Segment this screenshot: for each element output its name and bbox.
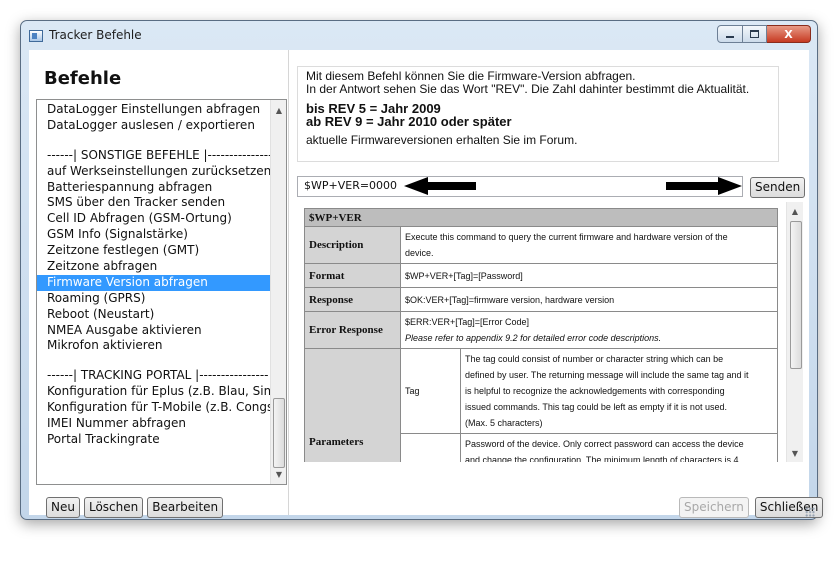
command-list-item[interactable]: Firmware Version abfragen [37, 274, 270, 291]
error-response-text: $ERR:VER+[Tag]=[Error Code] [405, 317, 530, 327]
minimize-button[interactable] [717, 25, 743, 43]
command-list-item[interactable]: SMS über den Tracker senden [37, 195, 270, 211]
description-line-2: device. [405, 248, 434, 258]
list-section-header[interactable]: ------| TRACKING PORTAL |---------------… [37, 368, 270, 384]
left-pane: Befehle DataLogger Einstellungen abfrage… [29, 50, 289, 518]
maximize-button[interactable] [743, 25, 767, 43]
command-list-item[interactable]: Konfiguration für T-Mobile (z.B. Congsta… [37, 400, 270, 416]
list-section-header[interactable]: ------| SONSTIGE BEFEHLE |--------------… [37, 148, 270, 164]
command-list-item[interactable]: Portal Trackingrate [37, 432, 270, 448]
command-list-item[interactable]: Reboot (Neustart) [37, 307, 270, 323]
spec-header: $WP+VER [304, 208, 778, 227]
command-list[interactable]: DataLogger Einstellungen abfragen DataLog… [36, 99, 287, 485]
password-description: Password of the device. Only correct pas… [460, 433, 778, 462]
response-value: $OK:VER+[Tag]=firmware version, hardware… [400, 287, 778, 312]
edit-button[interactable]: Bearbeiten [147, 497, 224, 518]
password-line: Password of the device. Only correct pas… [465, 439, 744, 449]
format-label: Format [304, 263, 401, 288]
command-list-item[interactable]: Zeitzone abfragen [37, 259, 270, 275]
command-list-item[interactable]: Batteriespannung abfragen [37, 180, 270, 196]
delete-button[interactable]: Löschen [83, 497, 144, 518]
info-line-2: In der Antwort sehen Sie das Wort "REV".… [306, 82, 750, 96]
command-list-scrollbar[interactable]: ▲ ▼ [270, 100, 286, 484]
resize-grip-icon[interactable] [805, 507, 815, 517]
title-bar[interactable]: Tracker Befehle X [21, 21, 817, 49]
info-bold-2: ab REV 9 = Jahr 2010 oder später [306, 114, 512, 129]
scroll-down-icon[interactable]: ▼ [271, 466, 286, 482]
password-label [400, 433, 461, 462]
command-list-item[interactable]: Zeitzone festlegen (GMT) [37, 243, 270, 259]
close-icon: X [784, 27, 793, 41]
dialog-buttons: Speichern Schließen [679, 497, 824, 518]
right-pane: Mit diesem Befehl können Sie die Firmwar… [290, 50, 824, 518]
command-list-item[interactable]: NMEA Ausgabe aktivieren [37, 323, 270, 339]
doc-scroll-down-icon[interactable]: ▼ [787, 445, 803, 461]
minimize-icon [726, 36, 734, 38]
tag-line: issued commands. This tag could be left … [465, 402, 727, 412]
description-value: Execute this command to query the curren… [400, 226, 778, 264]
doc-scroll-up-icon[interactable]: ▲ [787, 203, 803, 219]
response-label: Response [304, 287, 401, 312]
description-label: Description [304, 226, 401, 264]
window-client: Befehle DataLogger Einstellungen abfrage… [29, 50, 824, 518]
command-spec-table: $WP+VER Description Execute this command… [304, 208, 778, 462]
maximize-icon [750, 30, 759, 38]
command-list-item[interactable]: Cell ID Abfragen (GSM-Ortung) [37, 211, 270, 227]
command-list-item[interactable]: auf Werkseinstellungen zurücksetzen [37, 164, 270, 180]
send-button[interactable]: Senden [750, 177, 806, 198]
save-button[interactable]: Speichern [679, 497, 749, 518]
tracker-window: Tracker Befehle X Befehle DataLogger Ein… [20, 20, 824, 520]
tag-label: Tag [400, 348, 461, 434]
tag-description: The tag could consist of number or chara… [460, 348, 778, 434]
command-info-box: Mit diesem Befehl können Sie die Firmwar… [297, 66, 779, 162]
arrow-right-icon [666, 177, 742, 195]
password-line: and change the configuration. The minimu… [465, 455, 739, 462]
tag-line: (Max. 5 characters) [465, 418, 543, 428]
doc-scrollbar[interactable]: ▲ ▼ [786, 202, 803, 462]
command-list-item[interactable]: DataLogger Einstellungen abfragen [37, 102, 270, 118]
command-list-item[interactable]: Konfiguration für Eplus (z.B. Blau, Simy… [37, 384, 270, 400]
command-doc-view: $WP+VER Description Execute this command… [304, 202, 803, 462]
tag-line: is helpful to recognize the acknowledgem… [465, 386, 725, 396]
error-response-note: Please refer to appendix 9.2 for detaile… [405, 333, 662, 343]
error-response-value: $ERR:VER+[Tag]=[Error Code] Please refer… [400, 311, 778, 349]
format-value: $WP+VER+[Tag]=[Password] [400, 263, 778, 288]
command-list-items: DataLogger Einstellungen abfragen DataLog… [37, 102, 270, 448]
new-button[interactable]: Neu [46, 497, 80, 518]
scroll-up-icon[interactable]: ▲ [271, 102, 286, 118]
parameters-label: Parameters [304, 348, 401, 462]
tag-line: The tag could consist of number or chara… [465, 354, 724, 364]
command-list-item[interactable]: Mikrofon aktivieren [37, 338, 270, 354]
doc-scroll-thumb[interactable] [790, 221, 802, 369]
scroll-thumb[interactable] [273, 398, 285, 468]
app-icon [29, 30, 43, 42]
list-buttons: Neu Löschen Bearbeiten [46, 497, 224, 518]
command-list-item[interactable]: IMEI Nummer abfragen [37, 416, 270, 432]
commands-heading: Befehle [44, 68, 122, 89]
close-window-button[interactable]: X [767, 25, 811, 43]
command-list-item[interactable]: GSM Info (Signalstärke) [37, 227, 270, 243]
command-list-item[interactable]: Roaming (GPRS) [37, 291, 270, 307]
window-controls: X [717, 25, 811, 43]
window-title: Tracker Befehle [49, 28, 142, 42]
info-line-3: aktuelle Firmwareversionen erhalten Sie … [306, 133, 578, 147]
description-line-1: Execute this command to query the curren… [405, 232, 728, 242]
arrow-left-icon [404, 177, 476, 195]
tag-line: defined by user. The returning message w… [465, 370, 749, 380]
command-list-item[interactable]: DataLogger auslesen / exportieren [37, 118, 270, 134]
error-response-label: Error Response [304, 311, 401, 349]
